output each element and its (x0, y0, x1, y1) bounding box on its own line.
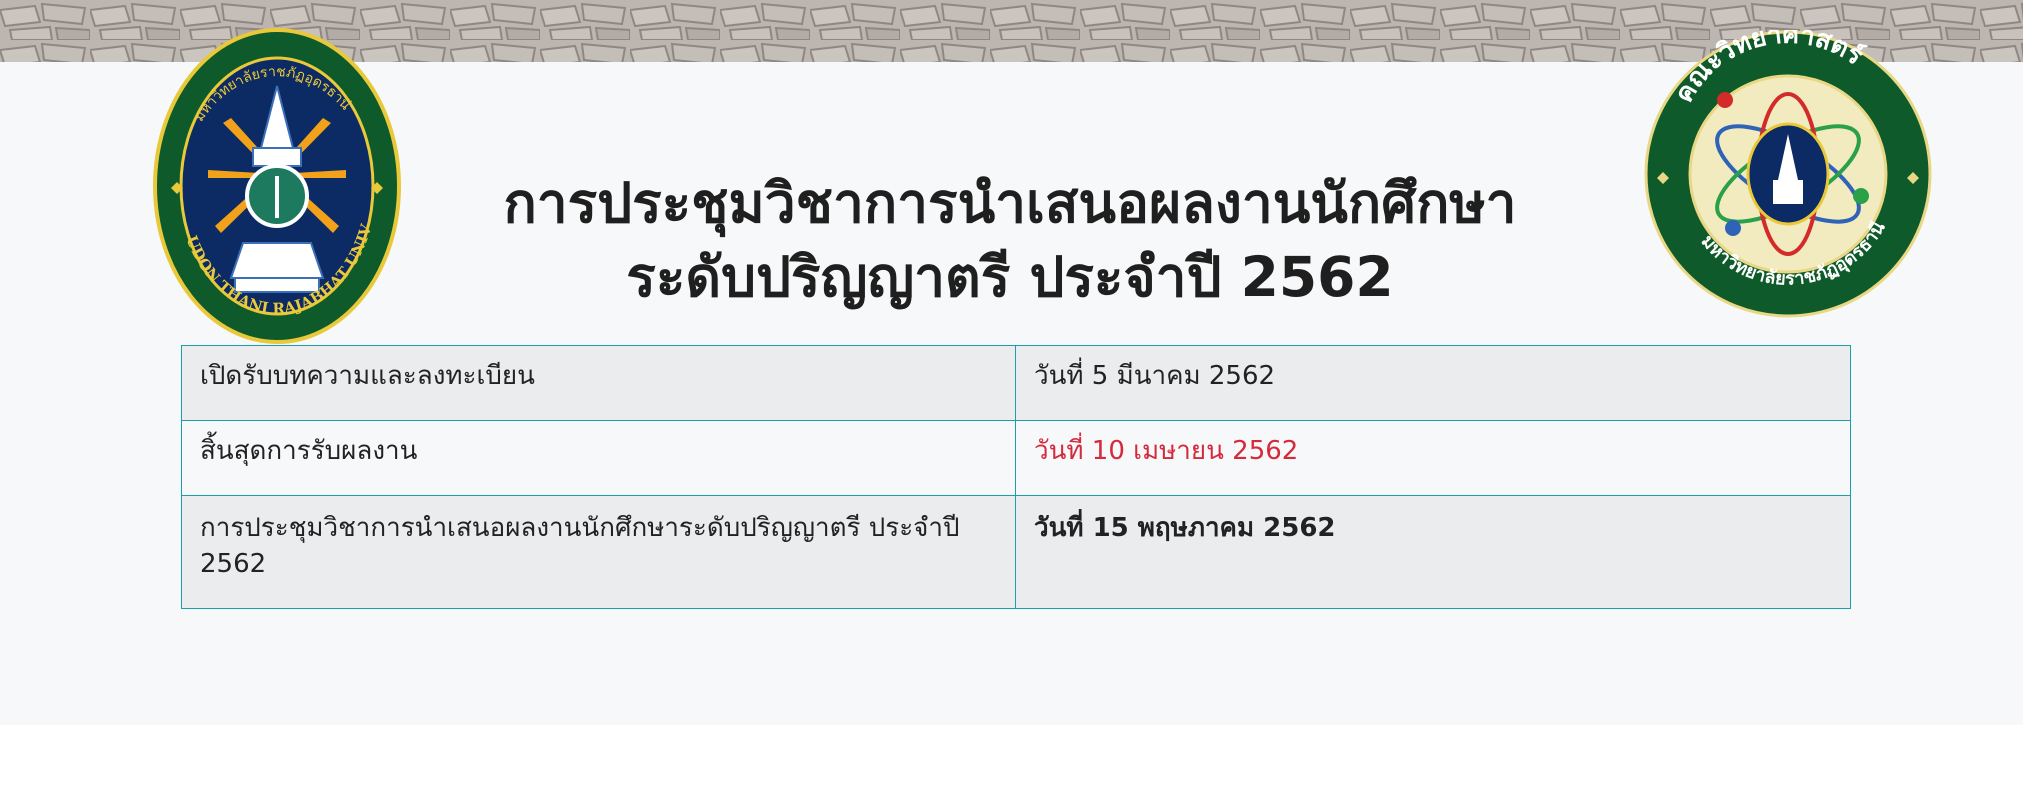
schedule-label: สิ้นสุดการรับผลงาน (181, 420, 1016, 496)
table-row: เปิดรับบทความและลงทะเบียน วันที่ 5 มีนาค… (181, 345, 1851, 421)
page-title: การประชุมวิชาการนำเสนอผลงานนักศึกษา ระดั… (380, 166, 1640, 314)
page-title-line1: การประชุมวิชาการนำเสนอผลงานนักศึกษา (503, 171, 1517, 235)
schedule-date-event: วันที่ 15 พฤษภาคม 2562 (1015, 495, 1851, 609)
table-row: การประชุมวิชาการนำเสนอผลงานนักศึกษาระดับ… (181, 495, 1851, 609)
schedule-date-deadline: วันที่ 10 เมษายน 2562 (1015, 420, 1851, 496)
schedule-label: เปิดรับบทความและลงทะเบียน (181, 345, 1016, 421)
schedule-table: เปิดรับบทความและลงทะเบียน วันที่ 5 มีนาค… (181, 345, 1851, 609)
page-title-line2: ระดับปริญญาตรี ประจำปี 2562 (626, 245, 1394, 309)
table-row: สิ้นสุดการรับผลงาน วันที่ 10 เมษายน 2562 (181, 420, 1851, 496)
schedule-date: วันที่ 5 มีนาคม 2562 (1015, 345, 1851, 421)
udon-thani-rajabhat-university-seal-icon: UDON THANI RAJABHAT UNIVERSITY มหาวิทยาล… (153, 28, 401, 344)
faculty-of-science-emblem-icon: คณะวิทยาศาสตร์ มหาวิทยาลัยราชภัฏอุดรธานี (1643, 30, 1933, 318)
schedule-label: การประชุมวิชาการนำเสนอผลงานนักศึกษาระดับ… (181, 495, 1016, 609)
